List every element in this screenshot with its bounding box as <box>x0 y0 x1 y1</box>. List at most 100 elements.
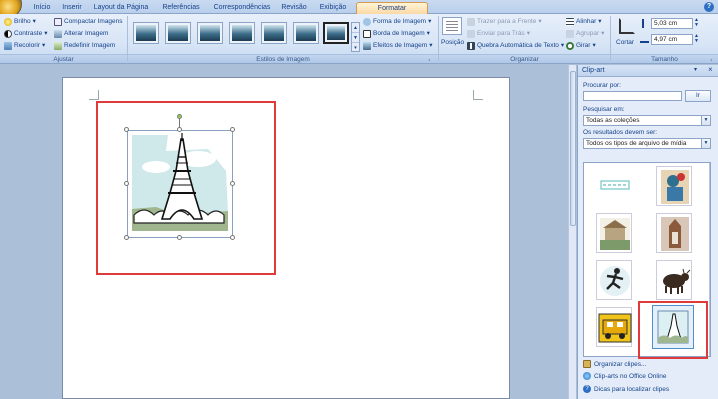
tab-inserir[interactable]: Inserir <box>58 2 86 14</box>
dialog-launcher-icon[interactable]: ⌟ <box>428 56 430 62</box>
trazer-label: Trazer para a Frente <box>477 18 537 25</box>
resize-handle-nw[interactable] <box>124 127 129 132</box>
posicao-button[interactable]: Posição <box>441 38 464 48</box>
redefinir-label: Redefinir Imagem <box>64 42 116 49</box>
alinhar-button[interactable]: Alinhar ▾ <box>566 17 602 27</box>
clip-item-4[interactable] <box>656 213 692 253</box>
styles-gallery-scroll[interactable]: ▲ ▼ ▾ <box>351 22 360 52</box>
style-thumb-3[interactable] <box>197 22 223 44</box>
tab-revisao[interactable]: Revisão <box>278 2 310 14</box>
trazer-para-frente-button[interactable]: Trazer para a Frente ▾ <box>467 17 542 27</box>
resize-handle-n[interactable] <box>177 127 182 132</box>
quebra-automatica-button[interactable]: Quebra Automática de Texto ▾ <box>467 41 564 51</box>
brilho-button[interactable]: Brilho ▾ <box>4 17 36 27</box>
document-scrollbar-thumb[interactable] <box>570 71 576 226</box>
results-type-select[interactable]: Todos os tipos de arquivo de mídia ▼ <box>583 138 711 149</box>
resize-handle-se[interactable] <box>230 235 235 240</box>
recolor-icon <box>4 42 12 50</box>
dialog-launcher-icon[interactable]: ⌟ <box>710 56 712 62</box>
alterar-imagem-button[interactable]: Alterar Imagem <box>54 29 108 39</box>
taxi-clipart <box>598 313 632 343</box>
shape-icon <box>363 18 371 26</box>
tips-link[interactable]: ? Dicas para localizar clipes <box>583 385 669 393</box>
eiffel-tower-picture[interactable] <box>127 130 233 238</box>
efeitos-label: Efeitos de Imagem <box>373 42 428 49</box>
tab-formatar[interactable]: Formatar <box>356 2 428 14</box>
recolorir-label: Recolorir <box>14 42 41 49</box>
girar-label: Girar <box>576 42 591 49</box>
tab-referencias[interactable]: Referências <box>157 2 205 14</box>
effects-icon <box>363 42 371 50</box>
clip-art-online-link[interactable]: Clip-arts no Office Online <box>583 372 667 380</box>
search-label: Procurar por: <box>583 82 621 89</box>
group-label-tamanho: Tamanho <box>611 54 718 63</box>
forma-label: Forma de Imagem <box>373 18 427 25</box>
help-icon: ? <box>583 385 591 393</box>
resize-handle-sw[interactable] <box>124 235 129 240</box>
clip-item-3[interactable] <box>596 213 632 253</box>
height-spinner[interactable]: ▲ ▼ <box>694 18 699 28</box>
width-spinner[interactable]: ▲ ▼ <box>694 34 699 44</box>
enviar-para-tras-button[interactable]: Enviar para Trás ▾ <box>467 29 530 39</box>
tips-label: Dicas para localizar clipes <box>594 385 670 393</box>
height-field[interactable]: 5,03 cm <box>651 18 693 29</box>
runner-clipart <box>600 266 630 296</box>
recolorir-button[interactable]: Recolorir ▾ <box>4 41 45 51</box>
resize-handle-ne[interactable] <box>230 127 235 132</box>
go-button[interactable]: Ir <box>685 90 711 102</box>
organize-clips-link[interactable]: Organizar clipes... <box>583 360 646 368</box>
tab-inicio[interactable]: Início <box>30 2 54 14</box>
gallery-more-icon[interactable]: ▾ <box>352 43 359 53</box>
forma-de-imagem-button[interactable]: Forma de Imagem ▾ <box>363 17 431 27</box>
style-thumb-4[interactable] <box>229 22 255 44</box>
girar-button[interactable]: Girar ▾ <box>566 41 596 51</box>
building-clipart <box>600 218 630 250</box>
rotation-handle[interactable] <box>177 114 182 119</box>
folder-icon <box>583 360 591 368</box>
style-thumb-5[interactable] <box>261 22 287 44</box>
cortar-button[interactable]: Cortar <box>616 38 634 48</box>
clip-item-1[interactable] <box>596 166 632 206</box>
compactar-label: Compactar Imagens <box>64 18 123 25</box>
borda-de-imagem-button[interactable]: Borda de Imagem ▾ <box>363 29 430 39</box>
clip-item-7[interactable] <box>596 307 632 347</box>
contraste-button[interactable]: Contraste ▾ <box>4 29 47 39</box>
gallery-up-icon[interactable]: ▲ <box>352 23 359 33</box>
style-thumb-1[interactable] <box>133 22 159 44</box>
style-thumb-7[interactable] <box>323 22 349 44</box>
document-scrollbar[interactable] <box>568 65 576 399</box>
style-thumb-2[interactable] <box>165 22 191 44</box>
efeitos-de-imagem-button[interactable]: Efeitos de Imagem ▾ <box>363 41 432 51</box>
results-scrollbar[interactable] <box>709 163 710 356</box>
brilho-label: Brilho <box>14 18 31 25</box>
search-in-select[interactable]: Todas as coleções ▼ <box>583 115 711 126</box>
clip-item-5[interactable] <box>596 260 632 300</box>
tab-layout-da-pagina[interactable]: Layout da Página <box>89 2 153 14</box>
agrupar-button[interactable]: Agrupar ▾ <box>566 29 604 39</box>
clip-item-6[interactable] <box>656 260 692 300</box>
tab-exibicao[interactable]: Exibição <box>314 2 352 14</box>
resize-handle-w[interactable] <box>124 181 129 186</box>
compactar-imagens-button[interactable]: Compactar Imagens <box>54 17 123 27</box>
pane-menu-icon[interactable]: ▾ <box>694 66 697 73</box>
resize-handle-s[interactable] <box>177 235 182 240</box>
width-field[interactable]: 4,97 cm <box>651 34 693 45</box>
ribbon-tab-bar: Início Inserir Layout da Página Referênc… <box>0 0 718 18</box>
search-input[interactable] <box>583 91 682 101</box>
close-icon[interactable]: × <box>708 65 713 74</box>
organize-clips-label: Organizar clipes... <box>594 360 647 368</box>
border-clipart <box>600 180 630 190</box>
align-icon <box>566 18 574 26</box>
redefinir-imagem-button[interactable]: Redefinir Imagem <box>54 41 115 51</box>
chevron-down-icon[interactable]: ▼ <box>701 116 710 125</box>
crop-icon <box>619 18 635 34</box>
help-icon[interactable]: ? <box>704 2 714 12</box>
gallery-down-icon[interactable]: ▼ <box>352 33 359 43</box>
search-in-value: Todas as coleções <box>586 117 640 124</box>
chevron-down-icon[interactable]: ▼ <box>701 139 710 148</box>
quebra-label: Quebra Automática de Texto <box>477 42 559 49</box>
tab-correspondencias[interactable]: Correspondências <box>209 2 275 14</box>
style-thumb-6[interactable] <box>293 22 319 44</box>
resize-handle-e[interactable] <box>230 181 235 186</box>
clip-item-2[interactable] <box>656 166 692 206</box>
